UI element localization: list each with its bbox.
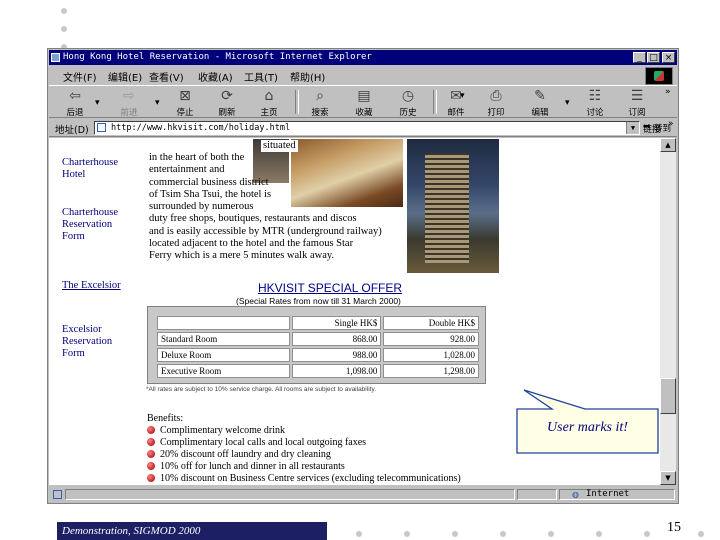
page-number: 15: [667, 520, 681, 535]
slide: { "window": { "title": "Hong Kong Hotel …: [0, 0, 720, 540]
footer-text: Demonstration, SIGMOD 2000: [62, 525, 201, 537]
callout-text: User marks it!: [547, 420, 628, 435]
callout-shape: [516, 389, 659, 454]
